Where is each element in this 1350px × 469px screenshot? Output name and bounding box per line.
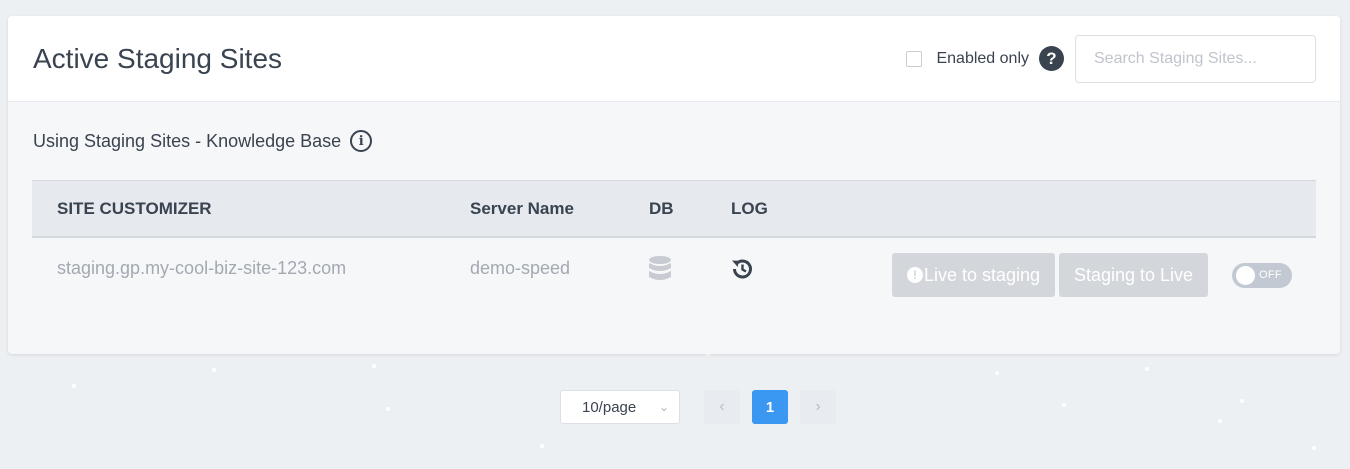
site-name-cell: staging.gp.my-cool-biz-site-123.com xyxy=(57,258,347,278)
site-enabled-toggle[interactable]: OFF xyxy=(1232,263,1292,288)
page-size-value: 10/page xyxy=(582,398,637,416)
knowledge-base-row: Using Staging Sites - Knowledge Base i xyxy=(33,130,373,152)
column-header-log: LOG xyxy=(731,198,768,218)
toggle-state-label: OFF xyxy=(1259,269,1282,281)
background-dot xyxy=(1312,446,1316,450)
help-icon[interactable]: ? xyxy=(1039,46,1064,71)
warning-icon: ! xyxy=(906,267,923,283)
next-page-button[interactable]: › xyxy=(800,390,836,424)
server-name-cell: demo-speed xyxy=(470,258,571,278)
database-icon[interactable] xyxy=(648,255,672,288)
background-dot xyxy=(372,364,376,368)
info-icon[interactable]: i xyxy=(350,130,373,152)
staging-sites-table: SITE CUSTOMIZER Server Name DB LOG stagi… xyxy=(32,180,1316,318)
chevron-down-icon: ⌄ xyxy=(658,400,669,414)
background-dot xyxy=(1145,367,1149,371)
pagination: 10/page ⌄ ‹ 1 › xyxy=(0,390,1350,424)
background-dot xyxy=(212,368,216,372)
background-dot xyxy=(72,384,76,388)
search-input[interactable] xyxy=(1075,34,1316,83)
staging-sites-card: Active Staging Sites Enabled only ? Usin… xyxy=(8,16,1340,354)
staging-to-live-button[interactable]: Staging to Live xyxy=(1059,253,1208,297)
enabled-only-checkbox[interactable] xyxy=(906,50,923,67)
page-size-select[interactable]: 10/page ⌄ xyxy=(560,390,680,424)
knowledge-base-link[interactable]: Using Staging Sites - Knowledge Base xyxy=(33,131,341,152)
card-header: Active Staging Sites Enabled only ? xyxy=(8,16,1340,102)
enabled-only-filter[interactable]: Enabled only xyxy=(906,50,1029,68)
toggle-knob xyxy=(1236,266,1255,285)
previous-page-button[interactable]: ‹ xyxy=(704,390,740,424)
table-header: SITE CUSTOMIZER Server Name DB LOG xyxy=(32,180,1316,238)
page-number-current[interactable]: 1 xyxy=(752,390,788,424)
history-icon[interactable] xyxy=(730,257,754,286)
background-dot xyxy=(540,444,544,448)
enabled-only-label: Enabled only xyxy=(936,49,1029,67)
column-header-site-customizer: SITE CUSTOMIZER xyxy=(57,198,212,218)
column-header-db: DB xyxy=(649,198,674,218)
live-to-staging-label: Live to staging xyxy=(923,264,1041,285)
background-dot xyxy=(995,371,999,375)
table-row: staging.gp.my-cool-biz-site-123.com demo… xyxy=(32,238,1316,318)
page-title: Active Staging Sites xyxy=(33,42,283,74)
live-to-staging-button[interactable]: ! Live to staging xyxy=(892,253,1055,297)
column-header-server-name: Server Name xyxy=(470,198,574,218)
